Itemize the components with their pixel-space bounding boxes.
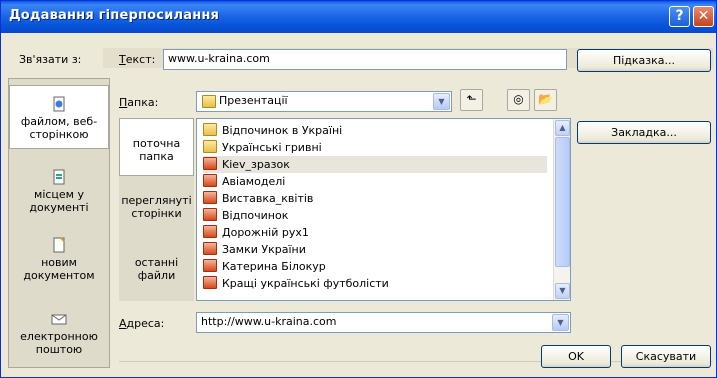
- file-name: Замки України: [222, 243, 306, 256]
- link-to-new-document-label: новим документом: [23, 256, 95, 282]
- presentation-icon: [203, 276, 217, 289]
- address-label: Адреса:: [119, 317, 165, 330]
- current-folder-tab[interactable]: поточна папка: [119, 118, 194, 176]
- link-to-document-place-label: місцем у документі: [29, 188, 89, 214]
- address-value: http://www.u-kraina.com: [201, 315, 337, 328]
- recent-files-tab[interactable]: останні файли: [119, 256, 194, 286]
- file-name: Кращі українські футболісти: [222, 277, 389, 290]
- link-to-web-page[interactable]: файлом, веб-сторінкою: [9, 85, 109, 149]
- file-name: Відпочинок в Україні: [222, 124, 343, 137]
- file-list-scrollbar[interactable]: ▲ ▼: [553, 119, 570, 300]
- folder-icon: [202, 95, 216, 108]
- hint-button[interactable]: Підказка...: [577, 49, 711, 72]
- presentation-icon: [203, 242, 217, 255]
- folder-label: Папка:: [119, 96, 159, 109]
- file-name: Українські гривні: [222, 141, 322, 154]
- ok-button[interactable]: OK: [541, 345, 611, 368]
- folder-select[interactable]: Презентації ▼: [196, 91, 452, 112]
- file-name: Авіамоделі: [222, 175, 286, 188]
- browsed-pages-tab[interactable]: переглянуті сторінки: [119, 194, 194, 224]
- list-item[interactable]: Катерина Білокур: [203, 258, 547, 275]
- file-list: Відпочинок в Україні Українські гривні K…: [196, 118, 571, 301]
- link-to-label: Зв'язати з:: [19, 53, 82, 66]
- link-to-document-place[interactable]: місцем у документі: [9, 169, 109, 225]
- cancel-button[interactable]: Скасувати: [621, 345, 711, 368]
- title-bar: Додавання гіперпосилання ? ✕: [1, 1, 716, 33]
- presentation-icon: [203, 191, 217, 204]
- chevron-down-icon[interactable]: ▼: [433, 93, 450, 110]
- hyperlink-dialog: Додавання гіперпосилання ? ✕ Зв'язати з:…: [0, 0, 717, 378]
- scroll-thumb[interactable]: [555, 137, 570, 267]
- link-to-new-document[interactable]: новим документом: [9, 237, 109, 293]
- up-folder-button[interactable]: ⬑: [460, 89, 483, 111]
- address-field[interactable]: http://www.u-kraina.com ▼: [196, 312, 571, 333]
- presentation-icon: [203, 208, 217, 221]
- text-field[interactable]: www.u-kraina.com: [163, 49, 567, 70]
- scroll-up-icon[interactable]: ▲: [555, 120, 570, 136]
- file-name: Катерина Білокур: [222, 260, 326, 273]
- web-page-icon: [53, 96, 65, 112]
- link-to-email[interactable]: електронною поштою: [9, 311, 109, 367]
- link-to-panel: файлом, веб-сторінкою місцем у документі…: [8, 78, 110, 368]
- file-name: Виставка_квітів: [222, 192, 314, 205]
- folder-icon: [203, 140, 217, 153]
- list-item[interactable]: Виставка_квітів: [203, 190, 547, 207]
- link-to-email-label: електронною поштою: [20, 330, 98, 356]
- list-item[interactable]: Авіамоделі: [203, 173, 547, 190]
- close-button[interactable]: ✕: [693, 6, 714, 27]
- file-name: Дорожній рух1: [222, 226, 309, 239]
- presentation-icon: [203, 259, 217, 272]
- document-place-icon: [53, 169, 65, 185]
- folder-icon: [203, 123, 217, 136]
- browse-web-button[interactable]: ◎: [507, 89, 530, 111]
- link-to-web-page-label: файлом, веб-сторінкою: [20, 115, 98, 141]
- folder-value: Презентації: [219, 94, 288, 107]
- look-in-panel: поточна папка переглянуті сторінки остан…: [119, 118, 194, 301]
- file-name: Kiev_зразок: [222, 158, 290, 171]
- help-button[interactable]: ?: [669, 6, 690, 27]
- list-item[interactable]: Замки України: [203, 241, 547, 258]
- list-item[interactable]: Відпочинок: [203, 207, 547, 224]
- text-label: Текст:: [119, 53, 156, 66]
- email-icon: [51, 314, 67, 325]
- new-document-icon: [53, 237, 65, 253]
- dialog-title: Додавання гіперпосилання: [9, 8, 220, 23]
- scroll-down-icon[interactable]: ▼: [555, 283, 570, 299]
- presentation-icon: [203, 157, 217, 170]
- browse-file-button[interactable]: 📂: [534, 89, 557, 111]
- bookmark-button[interactable]: Закладка...: [577, 121, 711, 144]
- list-item[interactable]: Kiev_зразок: [203, 156, 547, 173]
- list-item[interactable]: Кращі українські футболісти: [203, 275, 547, 292]
- list-item[interactable]: Дорожній рух1: [203, 224, 547, 241]
- list-item[interactable]: Українські гривні: [203, 139, 547, 156]
- file-name: Відпочинок: [222, 209, 289, 222]
- presentation-icon: [203, 174, 217, 187]
- presentation-icon: [203, 225, 217, 238]
- chevron-down-icon[interactable]: ▼: [552, 314, 569, 331]
- list-item[interactable]: Відпочинок в Україні: [203, 122, 547, 139]
